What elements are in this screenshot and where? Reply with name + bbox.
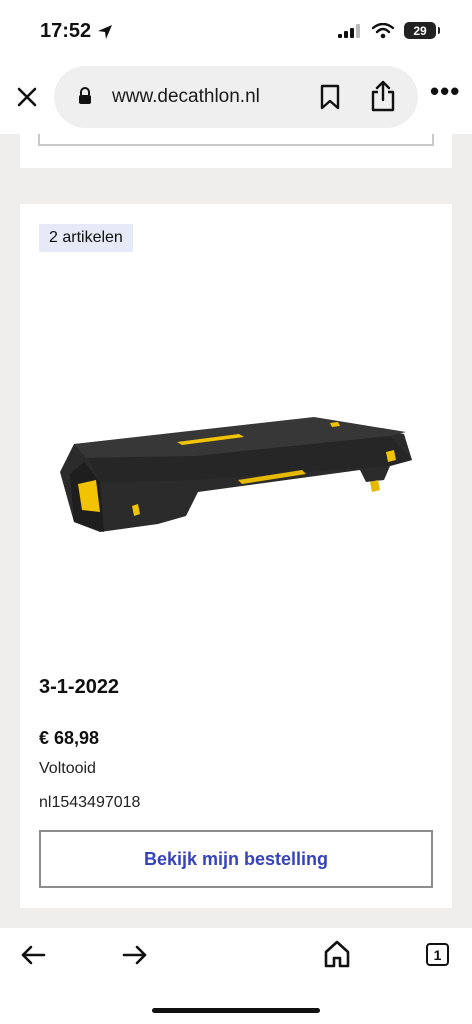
share-icon[interactable] [370,80,396,112]
battery-icon: 29 [404,22,440,39]
status-bar: 17:52 29 [0,0,472,62]
order-price: € 68,98 [39,728,100,748]
lock-icon [79,87,91,104]
forward-arrow-icon[interactable] [122,944,148,966]
previous-order-card [20,134,452,168]
items-count-badge: 2 artikelen [39,224,133,252]
more-icon[interactable]: ••• [430,78,460,110]
home-indicator [152,1008,320,1013]
wifi-icon [372,22,394,38]
address-bar[interactable]: www.decathlon.nl [54,66,418,128]
order-status: Voltooid [39,760,96,777]
page-content: 2 artikelen 3-1-2022 € 68,98 Voltooid nl… [0,134,472,928]
clock: 17:52 [40,20,92,42]
status-icons: 29 [338,22,440,39]
close-icon [17,87,37,107]
order-card: 2 artikelen 3-1-2022 € 68,98 Voltooid nl… [20,204,452,908]
view-order-button[interactable]: Bekijk mijn bestelling [39,830,433,888]
previous-order-button-edge[interactable] [38,134,434,146]
status-time: 17:52 [40,20,113,43]
tabs-icon[interactable]: 1 [426,943,449,966]
close-button[interactable] [12,82,42,112]
order-number: nl1543497018 [39,794,141,811]
back-arrow-icon[interactable] [20,944,46,966]
bookmark-icon[interactable] [320,84,340,110]
browser-bottom-toolbar: 1 [0,928,472,1024]
home-icon[interactable] [324,940,350,968]
cellular-signal-icon [338,23,360,38]
order-date: 3-1-2022 [39,676,120,698]
url-text: www.decathlon.nl [112,86,260,107]
product-image[interactable] [34,284,442,604]
location-arrow-icon [98,24,113,39]
browser-toolbar: www.decathlon.nl ••• [0,62,472,134]
